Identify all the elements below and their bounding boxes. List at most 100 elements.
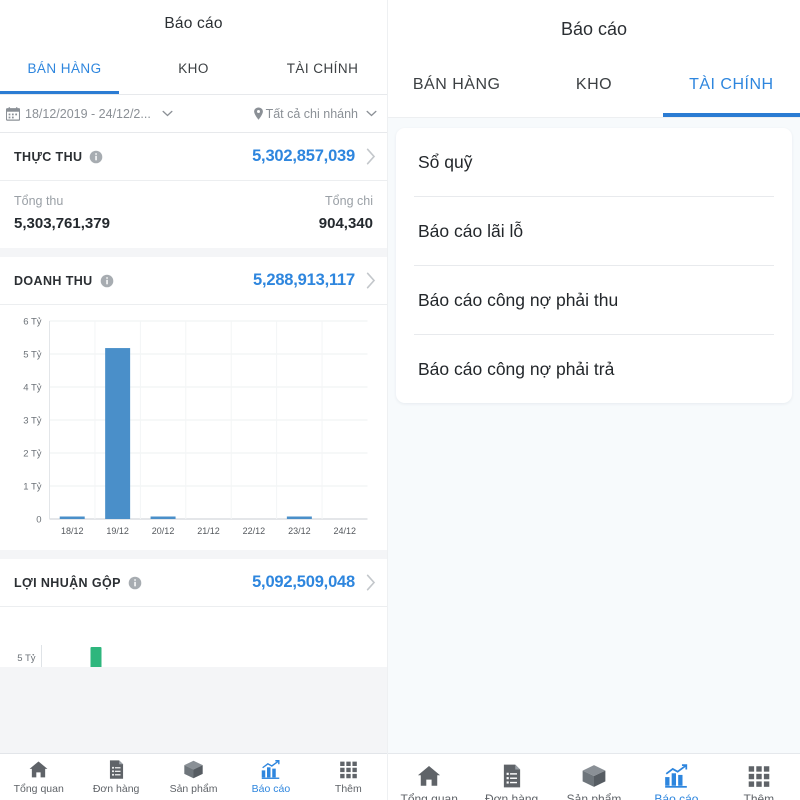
chart-xtick-label: 20/12 bbox=[152, 526, 175, 536]
chart-bar bbox=[60, 517, 85, 520]
chevron-down-icon bbox=[162, 110, 173, 117]
tab-tai-chinh-label: TÀI CHÍNH bbox=[287, 61, 359, 76]
chart-ytick-label: 1 Tỷ bbox=[23, 482, 42, 493]
left-phone-panel: Báo cáo BÁN HÀNG KHO TÀI CHÍNH bbox=[0, 0, 387, 800]
chart-xtick-label: 24/12 bbox=[334, 526, 357, 536]
right-tabbar: BÁN HÀNG KHO TÀI CHÍNH bbox=[388, 58, 800, 118]
bottom-nav-san-pham[interactable]: Sản phẩm bbox=[155, 759, 232, 795]
tab-tai-chinh[interactable]: TÀI CHÍNH bbox=[258, 47, 387, 94]
card-loi-nhuan-gop: LỢI NHUẬN GỘP 5,092,509,048 5 Tỷ bbox=[0, 559, 387, 667]
card-loi-nhuan-gop-header[interactable]: LỢI NHUẬN GỘP 5,092,509,048 bbox=[0, 559, 387, 607]
order-document-icon bbox=[106, 759, 127, 780]
right-tab-kho[interactable]: KHO bbox=[525, 58, 662, 117]
calendar-icon bbox=[6, 107, 20, 121]
card-thuc-thu-header[interactable]: THỰC THU 5,302,857,039 bbox=[0, 133, 387, 181]
menu-item-so-quy[interactable]: Sổ quỹ bbox=[396, 128, 792, 196]
card-loi-nhuan-gop-title: LỢI NHUẬN GỘP bbox=[14, 576, 121, 590]
chart-ytick-label: 2 Tỷ bbox=[23, 449, 42, 460]
right-bottom-nav-them[interactable]: Thêm bbox=[718, 763, 800, 800]
info-icon[interactable] bbox=[89, 150, 103, 164]
card-doanh-thu-header[interactable]: DOANH THU 5,288,913,117 bbox=[0, 257, 387, 305]
branch-filter[interactable]: Tất cả chi nhánh bbox=[253, 107, 377, 121]
box-package-icon bbox=[581, 763, 607, 789]
chart-bar bbox=[287, 517, 312, 520]
bottom-nav-bao-cao[interactable]: Báo cáo bbox=[232, 759, 309, 795]
gross-profit-chart-svg: 5 Tỷ bbox=[4, 617, 377, 667]
right-bottom-nav-don-hang-label: Đơn hàng bbox=[485, 792, 538, 800]
chart-bar bbox=[105, 348, 130, 519]
chart-xtick-label: 18/12 bbox=[61, 526, 84, 536]
left-scroll-area[interactable]: THỰC THU 5,302,857,039 Tổng thu 5,303,76… bbox=[0, 133, 387, 753]
right-page-title-text: Báo cáo bbox=[561, 19, 627, 40]
left-page-title-text: Báo cáo bbox=[164, 15, 222, 33]
total-income-value: 5,303,761,379 bbox=[14, 215, 194, 232]
menu-item-bao-cao-lai-lo[interactable]: Báo cáo lãi lỗ bbox=[396, 197, 792, 265]
right-tab-tai-chinh[interactable]: TÀI CHÍNH bbox=[663, 58, 800, 117]
right-bottom-nav-san-pham[interactable]: Sản phẩm bbox=[553, 763, 635, 800]
right-bottom-nav-tong-quan[interactable]: Tổng quan bbox=[388, 763, 470, 800]
menu-item-bao-cao-lai-lo-label: Báo cáo lãi lỗ bbox=[418, 221, 523, 242]
right-tab-ban-hang-label: BÁN HÀNG bbox=[413, 76, 501, 94]
menu-item-cong-no-phai-thu[interactable]: Báo cáo công nợ phải thu bbox=[396, 266, 792, 334]
right-bottom-nav-bao-cao[interactable]: Báo cáo bbox=[635, 763, 717, 800]
bottom-nav-don-hang[interactable]: Đơn hàng bbox=[77, 759, 154, 795]
chevron-down-icon bbox=[366, 110, 377, 117]
dual-phone-screenshot: Báo cáo BÁN HÀNG KHO TÀI CHÍNH bbox=[0, 0, 800, 800]
grid-more-icon bbox=[338, 759, 359, 780]
revenue-bar-chart: 01 Tỷ2 Tỷ3 Tỷ4 Tỷ5 Tỷ6 Tỷ18/1219/1220/12… bbox=[0, 305, 387, 550]
grid-more-icon bbox=[746, 763, 772, 789]
menu-item-cong-no-phai-tra-label: Báo cáo công nợ phải trả bbox=[418, 359, 614, 380]
chart-xtick-label: 19/12 bbox=[106, 526, 129, 536]
bottom-nav-them[interactable]: Thêm bbox=[310, 759, 387, 795]
right-bottom-nav-san-pham-label: Sản phẩm bbox=[567, 792, 622, 800]
bottom-nav-don-hang-label: Đơn hàng bbox=[93, 783, 140, 795]
right-bottom-nav-bao-cao-label: Báo cáo bbox=[654, 792, 698, 800]
date-range-filter[interactable]: 18/12/2019 - 24/12/2... bbox=[6, 107, 253, 121]
card-doanh-thu-value: 5,288,913,117 bbox=[253, 271, 355, 290]
left-bottom-nav: Tổng quan Đơn hàng bbox=[0, 753, 387, 800]
chevron-right-icon[interactable] bbox=[366, 574, 376, 591]
chevron-right-icon[interactable] bbox=[366, 148, 376, 165]
right-bottom-nav-tong-quan-label: Tổng quan bbox=[401, 792, 458, 800]
card-thuc-thu: THỰC THU 5,302,857,039 Tổng thu 5,303,76… bbox=[0, 133, 387, 248]
tab-ban-hang[interactable]: BÁN HÀNG bbox=[0, 47, 129, 94]
gross-chart-ytick-label: 5 Tỷ bbox=[17, 653, 36, 664]
total-income: Tổng thu 5,303,761,379 bbox=[14, 194, 194, 232]
chart-bar bbox=[151, 517, 176, 520]
bottom-nav-tong-quan[interactable]: Tổng quan bbox=[0, 759, 77, 795]
right-page-title: Báo cáo bbox=[388, 0, 800, 58]
right-tab-kho-label: KHO bbox=[576, 76, 612, 94]
card-thuc-thu-value: 5,302,857,039 bbox=[252, 147, 355, 166]
tab-kho[interactable]: KHO bbox=[129, 47, 258, 94]
right-tab-ban-hang[interactable]: BÁN HÀNG bbox=[388, 58, 525, 117]
chart-ytick-label: 4 Tỷ bbox=[23, 383, 42, 394]
chart-ytick-label: 6 Tỷ bbox=[23, 317, 42, 328]
info-icon[interactable] bbox=[100, 274, 114, 288]
home-icon bbox=[28, 759, 49, 780]
date-range-text: 18/12/2019 - 24/12/2... bbox=[25, 107, 151, 121]
chart-ytick-label: 3 Tỷ bbox=[23, 416, 42, 427]
bar-chart-icon bbox=[663, 763, 689, 789]
gross-profit-chart-partial: 5 Tỷ bbox=[0, 607, 387, 667]
menu-item-cong-no-phai-tra[interactable]: Báo cáo công nợ phải trả bbox=[396, 335, 792, 403]
tab-ban-hang-label: BÁN HÀNG bbox=[27, 61, 101, 76]
card-loi-nhuan-gop-value: 5,092,509,048 bbox=[252, 573, 355, 592]
tab-kho-label: KHO bbox=[178, 61, 209, 76]
bottom-nav-them-label: Thêm bbox=[335, 783, 362, 795]
chart-xtick-label: 23/12 bbox=[288, 526, 311, 536]
info-icon[interactable] bbox=[128, 576, 142, 590]
location-pin-icon bbox=[253, 107, 264, 121]
chevron-right-icon[interactable] bbox=[366, 272, 376, 289]
total-expense-value: 904,340 bbox=[194, 215, 374, 232]
chart-xtick-label: 22/12 bbox=[243, 526, 266, 536]
order-document-icon bbox=[499, 763, 525, 789]
gross-chart-bar bbox=[91, 647, 102, 667]
branch-text: Tất cả chi nhánh bbox=[266, 107, 358, 121]
bottom-nav-tong-quan-label: Tổng quan bbox=[14, 783, 64, 795]
left-tabbar: BÁN HÀNG KHO TÀI CHÍNH bbox=[0, 47, 387, 95]
filter-bar: 18/12/2019 - 24/12/2... Tất cả chi nhánh bbox=[0, 95, 387, 133]
bottom-nav-san-pham-label: Sản phẩm bbox=[170, 783, 218, 795]
chart-ytick-label: 5 Tỷ bbox=[23, 350, 42, 361]
right-phone-panel: Báo cáo BÁN HÀNG KHO TÀI CHÍNH Sổ quỹ Bá… bbox=[387, 0, 800, 800]
right-bottom-nav-don-hang[interactable]: Đơn hàng bbox=[470, 763, 552, 800]
